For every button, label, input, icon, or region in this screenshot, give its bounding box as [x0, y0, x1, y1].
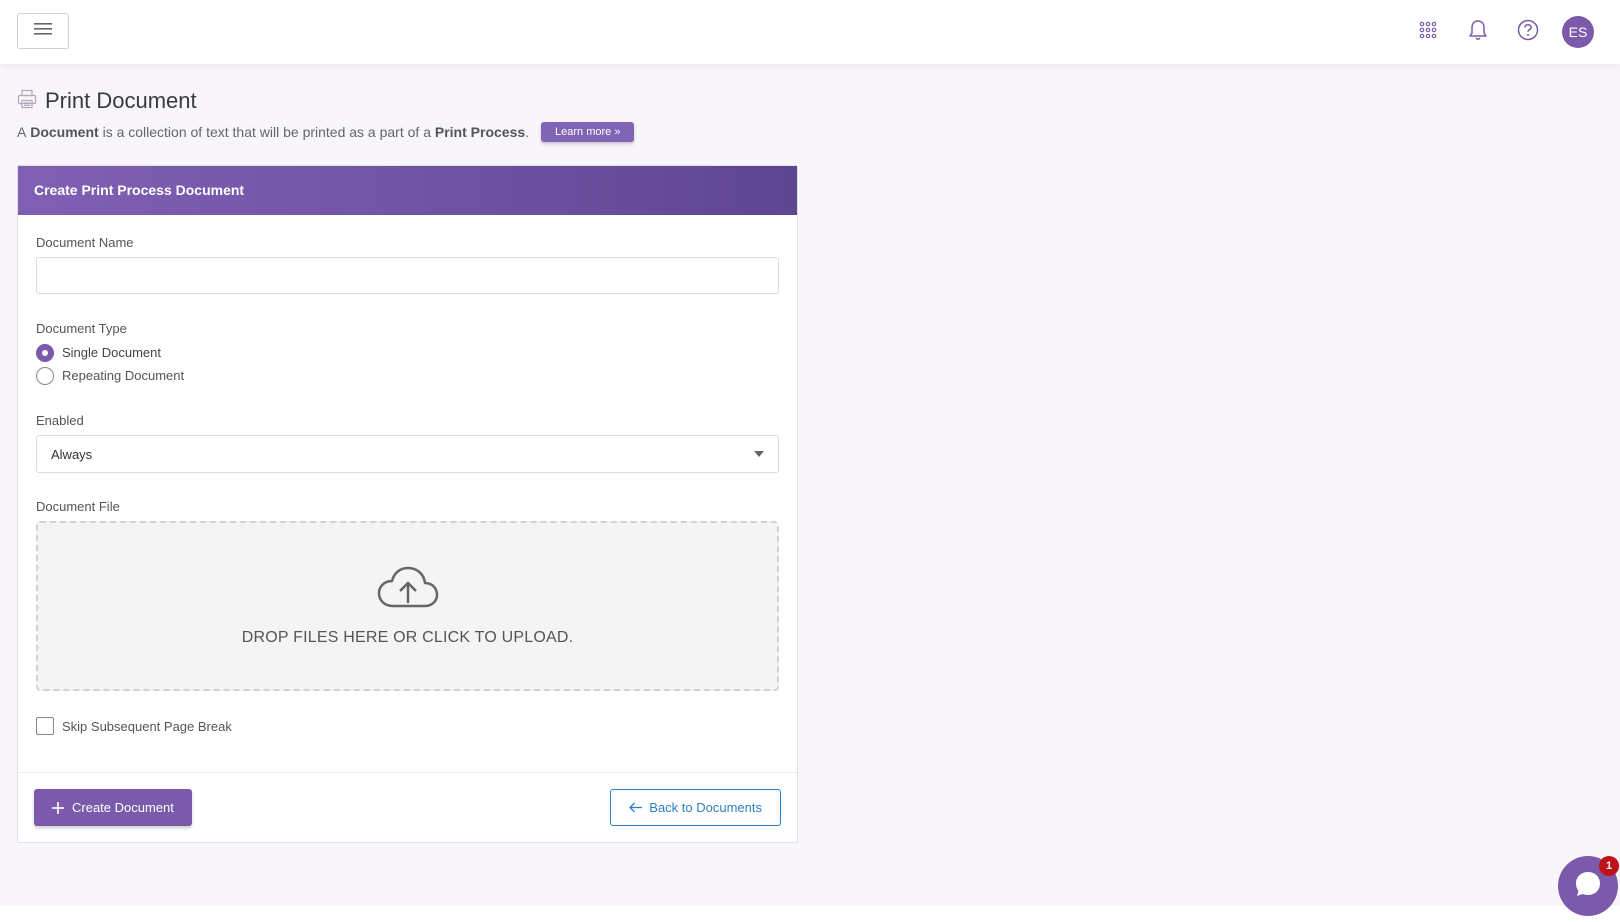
- help-button[interactable]: [1512, 16, 1544, 48]
- page-description: A Document is a collection of text that …: [17, 122, 635, 142]
- radio-single-document[interactable]: Single Document: [36, 341, 779, 364]
- chat-notification-badge: 1: [1599, 856, 1619, 876]
- enabled-select[interactable]: Always: [36, 435, 779, 473]
- page-title: Print Document: [45, 88, 197, 113]
- skip-page-break-option[interactable]: Skip Subsequent Page Break: [36, 717, 779, 735]
- help-circle-icon: [1517, 19, 1539, 46]
- cloud-upload-icon: [377, 566, 439, 615]
- radio-repeating-document[interactable]: Repeating Document: [36, 364, 779, 387]
- learn-more-button[interactable]: Learn more »: [541, 122, 635, 142]
- notifications-button[interactable]: [1462, 16, 1494, 48]
- page-header: Print Document A Document is a collectio…: [17, 88, 635, 142]
- card-title: Create Print Process Document: [18, 166, 797, 215]
- document-type-label: Document Type: [36, 321, 127, 336]
- back-to-documents-button[interactable]: Back to Documents: [610, 789, 781, 826]
- document-name-label: Document Name: [36, 235, 134, 250]
- radio-unchecked-icon[interactable]: [36, 366, 54, 385]
- chat-bubble-icon: [1573, 869, 1603, 904]
- caret-down-icon: [754, 451, 764, 457]
- card-footer: Create Document Back to Documents: [18, 772, 797, 842]
- enabled-selected-value: Always: [51, 446, 93, 462]
- document-file-label: Document File: [36, 499, 120, 514]
- file-dropzone[interactable]: DROP FILES HERE OR CLICK TO UPLOAD.: [36, 521, 779, 691]
- menu-button[interactable]: [17, 13, 69, 49]
- user-avatar[interactable]: ES: [1562, 16, 1594, 48]
- dropzone-text: DROP FILES HERE OR CLICK TO UPLOAD.: [241, 628, 574, 646]
- radio-checked-icon[interactable]: [36, 343, 54, 362]
- enabled-label: Enabled: [36, 413, 84, 428]
- plus-icon: [52, 801, 64, 814]
- apps-grid-icon: [1419, 21, 1437, 44]
- skip-page-break-checkbox[interactable]: [36, 717, 54, 735]
- bell-icon: [1468, 19, 1488, 46]
- document-name-input[interactable]: [36, 257, 779, 294]
- top-bar-actions: ES: [1394, 16, 1594, 48]
- arrow-left-icon: [629, 802, 643, 813]
- apps-button[interactable]: [1412, 16, 1444, 48]
- top-bar: ES: [0, 0, 1620, 64]
- create-document-card: Create Print Process Document Document N…: [17, 165, 798, 843]
- printer-icon: [17, 89, 37, 114]
- document-type-radio-group: Single Document Repeating Document: [36, 341, 779, 387]
- create-document-button[interactable]: Create Document: [34, 789, 192, 826]
- hamburger-icon: [34, 22, 52, 41]
- bottom-strip: [0, 906, 1620, 922]
